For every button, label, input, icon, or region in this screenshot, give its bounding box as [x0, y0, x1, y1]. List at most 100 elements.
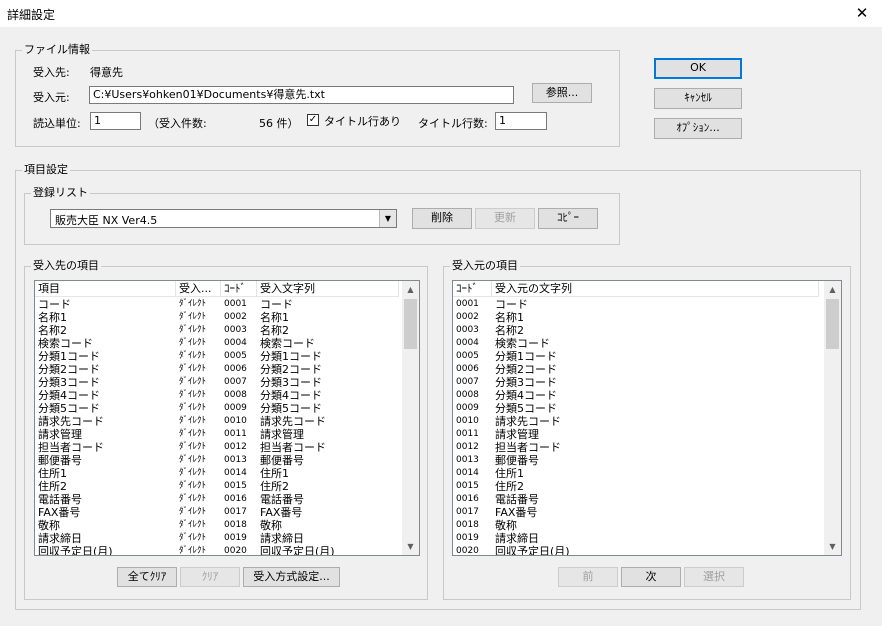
- table-row[interactable]: 0002 名称1: [453, 311, 819, 324]
- dest-cell-method: ﾀﾞｲﾚｸﾄ: [179, 481, 207, 491]
- src-cell-string: 請求管理: [495, 428, 539, 441]
- table-row[interactable]: 分類5コード ﾀﾞｲﾚｸﾄ 0009 分類5コード: [35, 402, 399, 415]
- scroll-thumb[interactable]: [404, 299, 417, 349]
- clear-button[interactable]: ｸﾘｱ: [180, 567, 240, 587]
- table-row[interactable]: 請求先コード ﾀﾞｲﾚｸﾄ 0010 請求先コード: [35, 415, 399, 428]
- src-scrollbar[interactable]: ▲ ▼: [824, 281, 841, 555]
- title-rows-input[interactable]: 1: [495, 112, 547, 130]
- col-item[interactable]: 項目: [35, 281, 176, 296]
- dest-cell-string: 請求先コード: [260, 415, 326, 428]
- table-row[interactable]: コード ﾀﾞｲﾚｸﾄ 0001 コード: [35, 298, 399, 311]
- table-row[interactable]: 請求締日 ﾀﾞｲﾚｸﾄ 0019 請求締日: [35, 532, 399, 545]
- dest-cell-code: 0013: [224, 455, 247, 465]
- table-row[interactable]: 敬称 ﾀﾞｲﾚｸﾄ 0018 敬称: [35, 519, 399, 532]
- select-button[interactable]: 選択: [684, 567, 744, 587]
- dest-cell-item: 住所2: [38, 480, 67, 493]
- table-row[interactable]: 0005 分類1コード: [453, 350, 819, 363]
- table-row[interactable]: 住所1 ﾀﾞｲﾚｸﾄ 0014 住所1: [35, 467, 399, 480]
- table-row[interactable]: 0009 分類5コード: [453, 402, 819, 415]
- table-row[interactable]: 0006 分類2コード: [453, 363, 819, 376]
- col-string[interactable]: 受入文字列: [257, 281, 399, 296]
- table-row[interactable]: 分類4コード ﾀﾞｲﾚｸﾄ 0008 分類4コード: [35, 389, 399, 402]
- col-code[interactable]: ｺｰﾄﾞ: [221, 281, 257, 296]
- table-row[interactable]: 0003 名称2: [453, 324, 819, 337]
- next-button[interactable]: 次: [621, 567, 681, 587]
- clear-all-button[interactable]: 全てｸﾘｱ: [117, 567, 177, 587]
- dest-cell-method: ﾀﾞｲﾚｸﾄ: [179, 520, 207, 530]
- table-row[interactable]: 分類3コード ﾀﾞｲﾚｸﾄ 0007 分類3コード: [35, 376, 399, 389]
- col-src-string[interactable]: 受入元の文字列: [492, 281, 819, 296]
- dest-cell-method: ﾀﾞｲﾚｸﾄ: [179, 390, 207, 400]
- table-row[interactable]: 0001 コード: [453, 298, 819, 311]
- dest-scrollbar[interactable]: ▲ ▼: [402, 281, 419, 555]
- table-row[interactable]: 名称1 ﾀﾞｲﾚｸﾄ 0002 名称1: [35, 311, 399, 324]
- table-row[interactable]: 名称2 ﾀﾞｲﾚｸﾄ 0003 名称2: [35, 324, 399, 337]
- table-row[interactable]: 0017 FAX番号: [453, 506, 819, 519]
- src-cell-code: 0007: [456, 377, 479, 387]
- table-row[interactable]: 0007 分類3コード: [453, 376, 819, 389]
- dest-cell-item: 分類3コード: [38, 376, 100, 389]
- src-path-input[interactable]: C:¥Users¥ohken01¥Documents¥得意先.txt: [89, 86, 514, 104]
- table-row[interactable]: 担当者コード ﾀﾞｲﾚｸﾄ 0012 担当者コード: [35, 441, 399, 454]
- table-row[interactable]: 0010 請求先コード: [453, 415, 819, 428]
- table-row[interactable]: 0012 担当者コード: [453, 441, 819, 454]
- table-row[interactable]: 請求管理 ﾀﾞｲﾚｸﾄ 0011 請求管理: [35, 428, 399, 441]
- dest-cell-code: 0011: [224, 429, 247, 439]
- dest-cell-string: 検索コード: [260, 337, 315, 350]
- table-row[interactable]: 回収予定日(月) ﾀﾞｲﾚｸﾄ 0020 回収予定日(月): [35, 545, 399, 555]
- dest-items-list[interactable]: 項目 受入... ｺｰﾄﾞ 受入文字列 コード ﾀﾞｲﾚｸﾄ 0001 コード 名称1 ﾀ…: [34, 280, 420, 556]
- table-row[interactable]: FAX番号 ﾀﾞｲﾚｸﾄ 0017 FAX番号: [35, 506, 399, 519]
- table-row[interactable]: 郵便番号 ﾀﾞｲﾚｸﾄ 0013 郵便番号: [35, 454, 399, 467]
- table-row[interactable]: 0019 請求締日: [453, 532, 819, 545]
- close-icon[interactable]: ✕: [842, 0, 882, 27]
- ok-button[interactable]: OK: [654, 58, 742, 79]
- table-row[interactable]: 0011 請求管理: [453, 428, 819, 441]
- dest-cell-code: 0002: [224, 312, 247, 322]
- registry-select[interactable]: 販売大臣 NX Ver4.5 ▼: [50, 209, 397, 228]
- copy-button[interactable]: ｺﾋﾟｰ: [538, 208, 598, 229]
- table-row[interactable]: 0016 電話番号: [453, 493, 819, 506]
- dest-cell-method: ﾀﾞｲﾚｸﾄ: [179, 468, 207, 478]
- table-row[interactable]: 0015 住所2: [453, 480, 819, 493]
- unit-input[interactable]: 1: [90, 112, 141, 130]
- src-cell-string: 分類5コード: [495, 402, 557, 415]
- table-row[interactable]: 0018 敬称: [453, 519, 819, 532]
- prev-button[interactable]: 前: [558, 567, 618, 587]
- table-row[interactable]: 0013 郵便番号: [453, 454, 819, 467]
- src-cell-code: 0011: [456, 429, 479, 439]
- method-settings-button[interactable]: 受入方式設定...: [243, 567, 340, 587]
- dest-cell-method: ﾀﾞｲﾚｸﾄ: [179, 299, 207, 309]
- col-method[interactable]: 受入...: [176, 281, 221, 296]
- src-cell-string: 敬称: [495, 519, 517, 532]
- title-row-checkbox[interactable]: ✓: [307, 114, 319, 126]
- options-button[interactable]: ｵﾌﾟｼｮﾝ...: [654, 118, 742, 139]
- src-items-list[interactable]: ｺｰﾄﾞ 受入元の文字列 0001 コード 0002 名称1 0003 名称2 0004 検索…: [452, 280, 842, 556]
- browse-button[interactable]: 参照...: [532, 83, 592, 103]
- table-row[interactable]: 検索コード ﾀﾞｲﾚｸﾄ 0004 検索コード: [35, 337, 399, 350]
- dest-cell-string: 敬称: [260, 519, 282, 532]
- chevron-down-icon[interactable]: ▼: [379, 210, 396, 227]
- item-settings-legend: 項目設定: [22, 163, 70, 177]
- dest-cell-item: 分類4コード: [38, 389, 100, 402]
- update-button[interactable]: 更新: [475, 208, 535, 229]
- cancel-button[interactable]: ｷｬﾝｾﾙ: [654, 88, 742, 109]
- table-row[interactable]: 0014 住所1: [453, 467, 819, 480]
- scroll-down-icon[interactable]: ▼: [402, 538, 419, 555]
- scroll-down-icon[interactable]: ▼: [824, 538, 841, 555]
- table-row[interactable]: 0004 検索コード: [453, 337, 819, 350]
- title-row-label[interactable]: タイトル行あり: [324, 113, 401, 129]
- table-row[interactable]: 0008 分類4コード: [453, 389, 819, 402]
- scroll-up-icon[interactable]: ▲: [824, 281, 841, 298]
- table-row[interactable]: 住所2 ﾀﾞｲﾚｸﾄ 0015 住所2: [35, 480, 399, 493]
- table-row[interactable]: 分類1コード ﾀﾞｲﾚｸﾄ 0005 分類1コード: [35, 350, 399, 363]
- src-cell-code: 0004: [456, 338, 479, 348]
- dest-cell-string: 分類2コード: [260, 363, 322, 376]
- table-row[interactable]: 0020 回収予定日(月): [453, 545, 819, 555]
- scroll-thumb[interactable]: [826, 299, 839, 349]
- scroll-up-icon[interactable]: ▲: [402, 281, 419, 298]
- table-row[interactable]: 電話番号 ﾀﾞｲﾚｸﾄ 0016 電話番号: [35, 493, 399, 506]
- table-row[interactable]: 分類2コード ﾀﾞｲﾚｸﾄ 0006 分類2コード: [35, 363, 399, 376]
- delete-button[interactable]: 削除: [412, 208, 472, 229]
- dest-cell-method: ﾀﾞｲﾚｸﾄ: [179, 351, 207, 361]
- col-src-code[interactable]: ｺｰﾄﾞ: [453, 281, 492, 296]
